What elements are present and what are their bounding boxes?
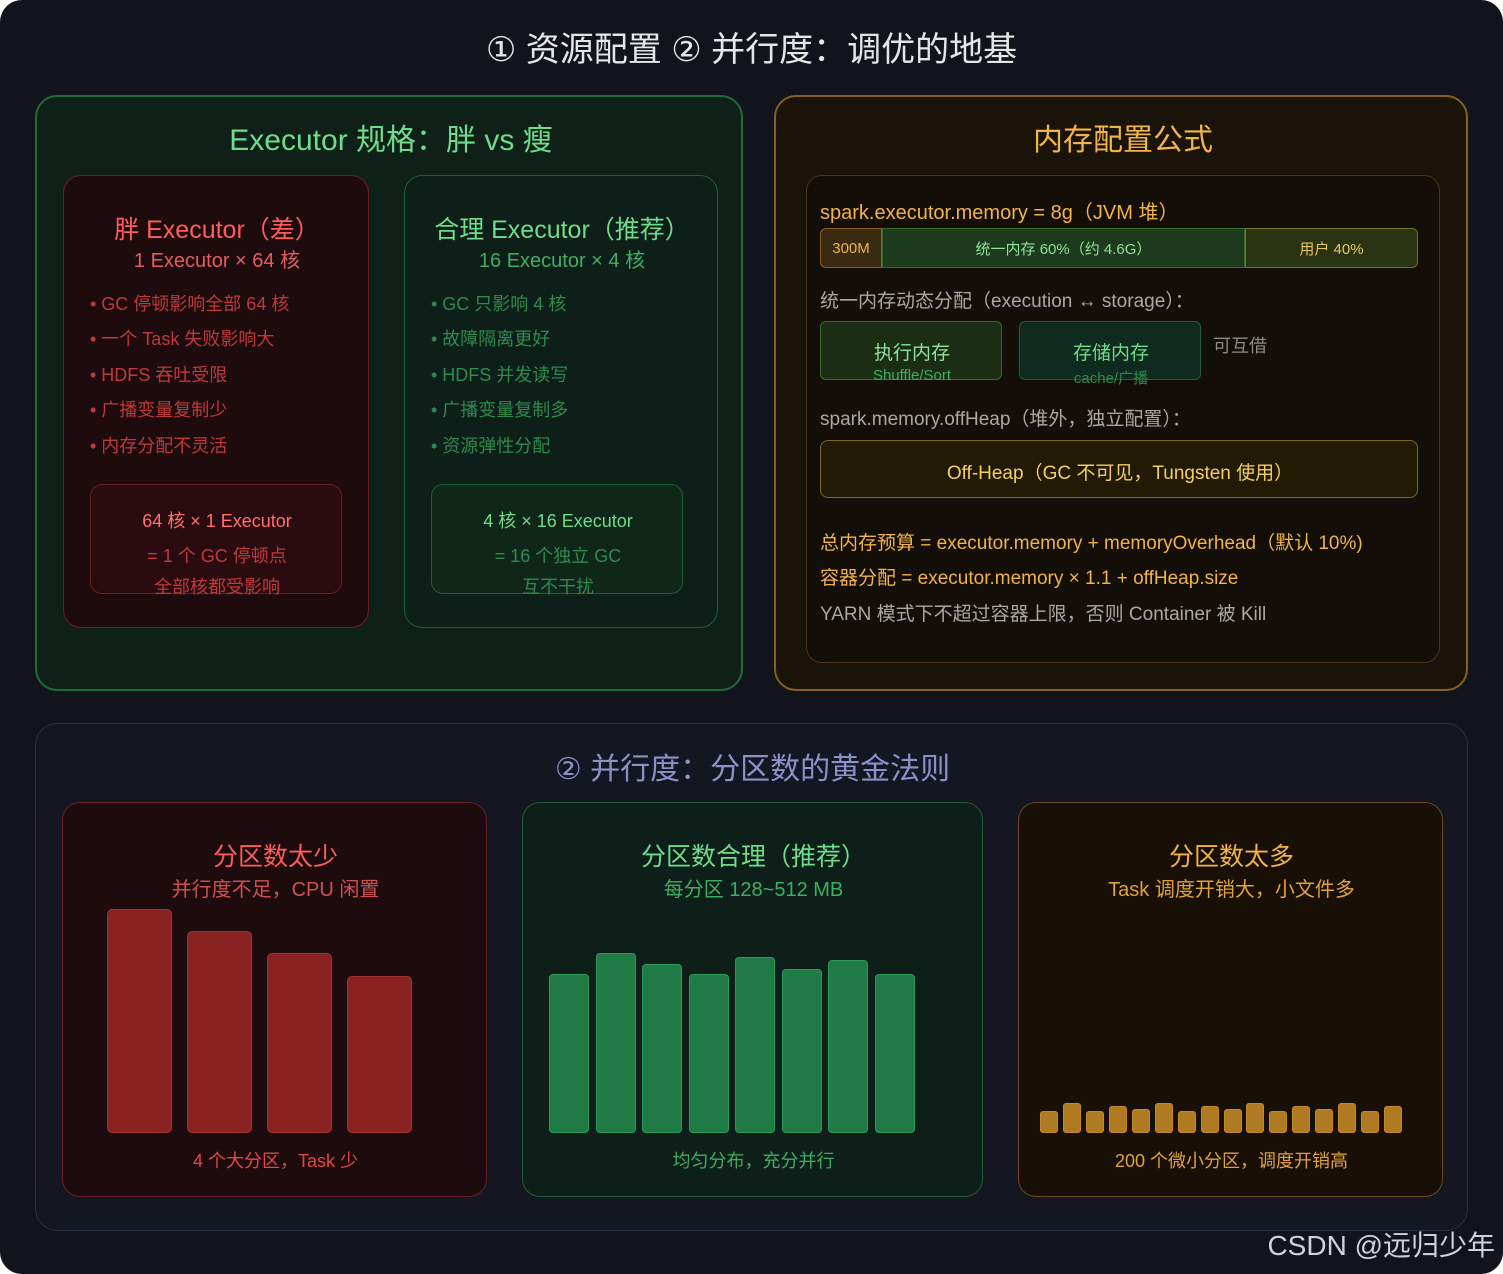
partition-bar bbox=[1361, 1111, 1379, 1133]
partition-bar bbox=[642, 964, 682, 1133]
partition-bar bbox=[1224, 1109, 1242, 1133]
fat-gc-box: 64 核 × 1 Executor = 1 个 GC 停顿点 全部核都受影响 bbox=[90, 484, 342, 597]
formula-total: 总内存预算 = executor.memory + memoryOverhead… bbox=[820, 533, 1363, 554]
dynamic-label: 统一内存动态分配（execution ↔ storage）： bbox=[820, 291, 1194, 312]
partition-bar bbox=[1040, 1111, 1058, 1133]
fat-bullet: • 广播变量复制少 bbox=[90, 400, 228, 420]
fat-box-line: = 1 个 GC 停顿点 bbox=[147, 546, 287, 566]
partition-bar bbox=[1338, 1103, 1356, 1133]
execution-memory-sub: Shuffle/Sort bbox=[872, 367, 952, 384]
partition-bar bbox=[267, 953, 332, 1133]
partition-bar bbox=[1384, 1106, 1402, 1133]
reserved-segment: 300M bbox=[820, 228, 882, 268]
good-title: 合理 Executor（推荐） bbox=[434, 216, 690, 244]
offheap-label: spark.memory.offHeap（堆外，独立配置）： bbox=[820, 409, 1191, 430]
partition-bar bbox=[596, 953, 636, 1133]
partition-bar bbox=[1292, 1106, 1310, 1133]
unified-segment: 统一内存 60%（约 4.6G） bbox=[882, 228, 1245, 268]
user-segment: 用户 40% bbox=[1245, 228, 1418, 268]
fat-bullet: • 一个 Task 失败影响大 bbox=[90, 329, 275, 349]
storage-memory-box: 存储内存 cache/广播 bbox=[1019, 321, 1201, 387]
memory-panel: 内存配置公式 spark.executor.memory = 8g（JVM 堆）… bbox=[774, 95, 1468, 691]
good-gc-box: 4 核 × 16 Executor = 16 个独立 GC 互不干扰 bbox=[431, 484, 683, 597]
good-bars bbox=[523, 803, 984, 1198]
few-caption: 4 个大分区，Task 少 bbox=[192, 1151, 359, 1171]
page-title: ① 资源配置 ② 并行度：调优的地基 bbox=[485, 31, 1018, 69]
fat-subtitle: 1 Executor × 64 核 bbox=[133, 250, 301, 272]
partition-bar bbox=[875, 974, 915, 1133]
good-box-line: 4 核 × 16 Executor bbox=[483, 511, 633, 531]
executor-panel: Executor 规格：胖 vs 瘦 胖 Executor（差） 1 Execu… bbox=[35, 95, 743, 691]
execution-memory-title: 执行内存 bbox=[873, 343, 950, 364]
many-bars bbox=[1019, 803, 1444, 1198]
fat-bullet: • HDFS 吞吐受限 bbox=[90, 365, 228, 385]
execution-memory-box: 执行内存 Shuffle/Sort bbox=[820, 321, 1002, 384]
partition-bar bbox=[549, 974, 589, 1133]
watermark: CSDN @远归少年 bbox=[1267, 1230, 1495, 1261]
executor-title: Executor 规格：胖 vs 瘦 bbox=[229, 124, 553, 157]
partition-bar bbox=[782, 969, 822, 1133]
partition-bar bbox=[1246, 1103, 1264, 1133]
partition-bar bbox=[187, 931, 252, 1133]
partition-bar bbox=[1132, 1109, 1150, 1133]
borrow-label: 可互借 bbox=[1213, 336, 1267, 356]
storage-memory-title: 存储内存 bbox=[1072, 343, 1149, 364]
fat-bullet: • 内存分配不灵活 bbox=[90, 436, 228, 456]
good-partitions-caption: 均匀分布，充分并行 bbox=[672, 1151, 835, 1171]
good-bullet: • 广播变量复制多 bbox=[431, 400, 569, 420]
fat-executor-card: 胖 Executor（差） 1 Executor × 64 核 • GC 停顿影… bbox=[63, 175, 369, 628]
good-bullet: • 资源弹性分配 bbox=[431, 436, 551, 456]
partition-bar bbox=[1086, 1111, 1104, 1133]
many-caption: 200 个微小分区，调度开销高 bbox=[1114, 1151, 1349, 1171]
fat-bullet: • GC 停顿影响全部 64 核 bbox=[90, 294, 290, 314]
good-executor-card: 合理 Executor（推荐） 16 Executor × 4 核 • GC 只… bbox=[404, 175, 718, 628]
partition-bar bbox=[1315, 1109, 1333, 1133]
partition-bar bbox=[107, 909, 172, 1133]
memory-title: 内存配置公式 bbox=[1033, 124, 1213, 157]
partition-bar bbox=[828, 960, 868, 1133]
partition-bar bbox=[1155, 1103, 1173, 1133]
partition-bar bbox=[689, 974, 729, 1133]
partition-bar bbox=[1269, 1111, 1287, 1133]
fat-box-line: 全部核都受影响 bbox=[154, 577, 280, 597]
diagram-canvas: ① 资源配置 ② 并行度：调优的地基 Executor 规格：胖 vs 瘦 胖 … bbox=[0, 0, 1503, 1274]
fat-box-line: 64 核 × 1 Executor bbox=[142, 511, 292, 531]
fat-title: 胖 Executor（差） bbox=[114, 216, 320, 244]
memory-bar: 300M 统一内存 60%（约 4.6G） 用户 40% bbox=[820, 228, 1418, 268]
good-partitions-card: 分区数合理（推荐） 每分区 128~512 MB 均匀分布，充分并行 bbox=[522, 802, 983, 1197]
executor-memory-label: spark.executor.memory = 8g（JVM 堆） bbox=[820, 202, 1179, 224]
parallelism-panel: ② 并行度：分区数的黄金法则 分区数太少 并行度不足，CPU 闲置 4 个大分区… bbox=[35, 723, 1468, 1231]
good-bullet: • HDFS 并发读写 bbox=[431, 365, 569, 385]
good-box-line: 互不干扰 bbox=[522, 577, 594, 597]
partition-bar bbox=[1063, 1103, 1081, 1133]
storage-memory-sub: cache/广播 bbox=[1073, 370, 1149, 387]
partition-bar bbox=[347, 976, 412, 1133]
many-partitions-card: 分区数太多 Task 调度开销大，小文件多 200 个微小分区，调度开销高 bbox=[1018, 802, 1443, 1197]
formula-container: 容器分配 = executor.memory × 1.1 + offHeap.s… bbox=[820, 568, 1239, 589]
few-partitions-card: 分区数太少 并行度不足，CPU 闲置 4 个大分区，Task 少 bbox=[62, 802, 487, 1197]
good-subtitle: 16 Executor × 4 核 bbox=[478, 250, 646, 272]
partition-bar bbox=[1201, 1106, 1219, 1133]
offheap-box-text: Off-Heap（GC 不可见，Tungsten 使用） bbox=[946, 463, 1294, 484]
parallelism-title: ② 并行度：分区数的黄金法则 bbox=[554, 753, 951, 786]
offheap-box: Off-Heap（GC 不可见，Tungsten 使用） bbox=[820, 440, 1418, 498]
formula-yarn: YARN 模式下不超过容器上限，否则 Container 被 Kill bbox=[820, 604, 1267, 625]
partition-bar bbox=[735, 957, 775, 1133]
good-box-line: = 16 个独立 GC bbox=[494, 546, 622, 566]
partition-bar bbox=[1109, 1106, 1127, 1133]
good-bullet: • GC 只影响 4 核 bbox=[431, 294, 567, 314]
good-bullet: • 故障隔离更好 bbox=[431, 329, 551, 349]
memory-card: spark.executor.memory = 8g（JVM 堆） 300M 统… bbox=[806, 175, 1440, 663]
few-bars bbox=[63, 803, 488, 1198]
partition-bar bbox=[1178, 1111, 1196, 1133]
